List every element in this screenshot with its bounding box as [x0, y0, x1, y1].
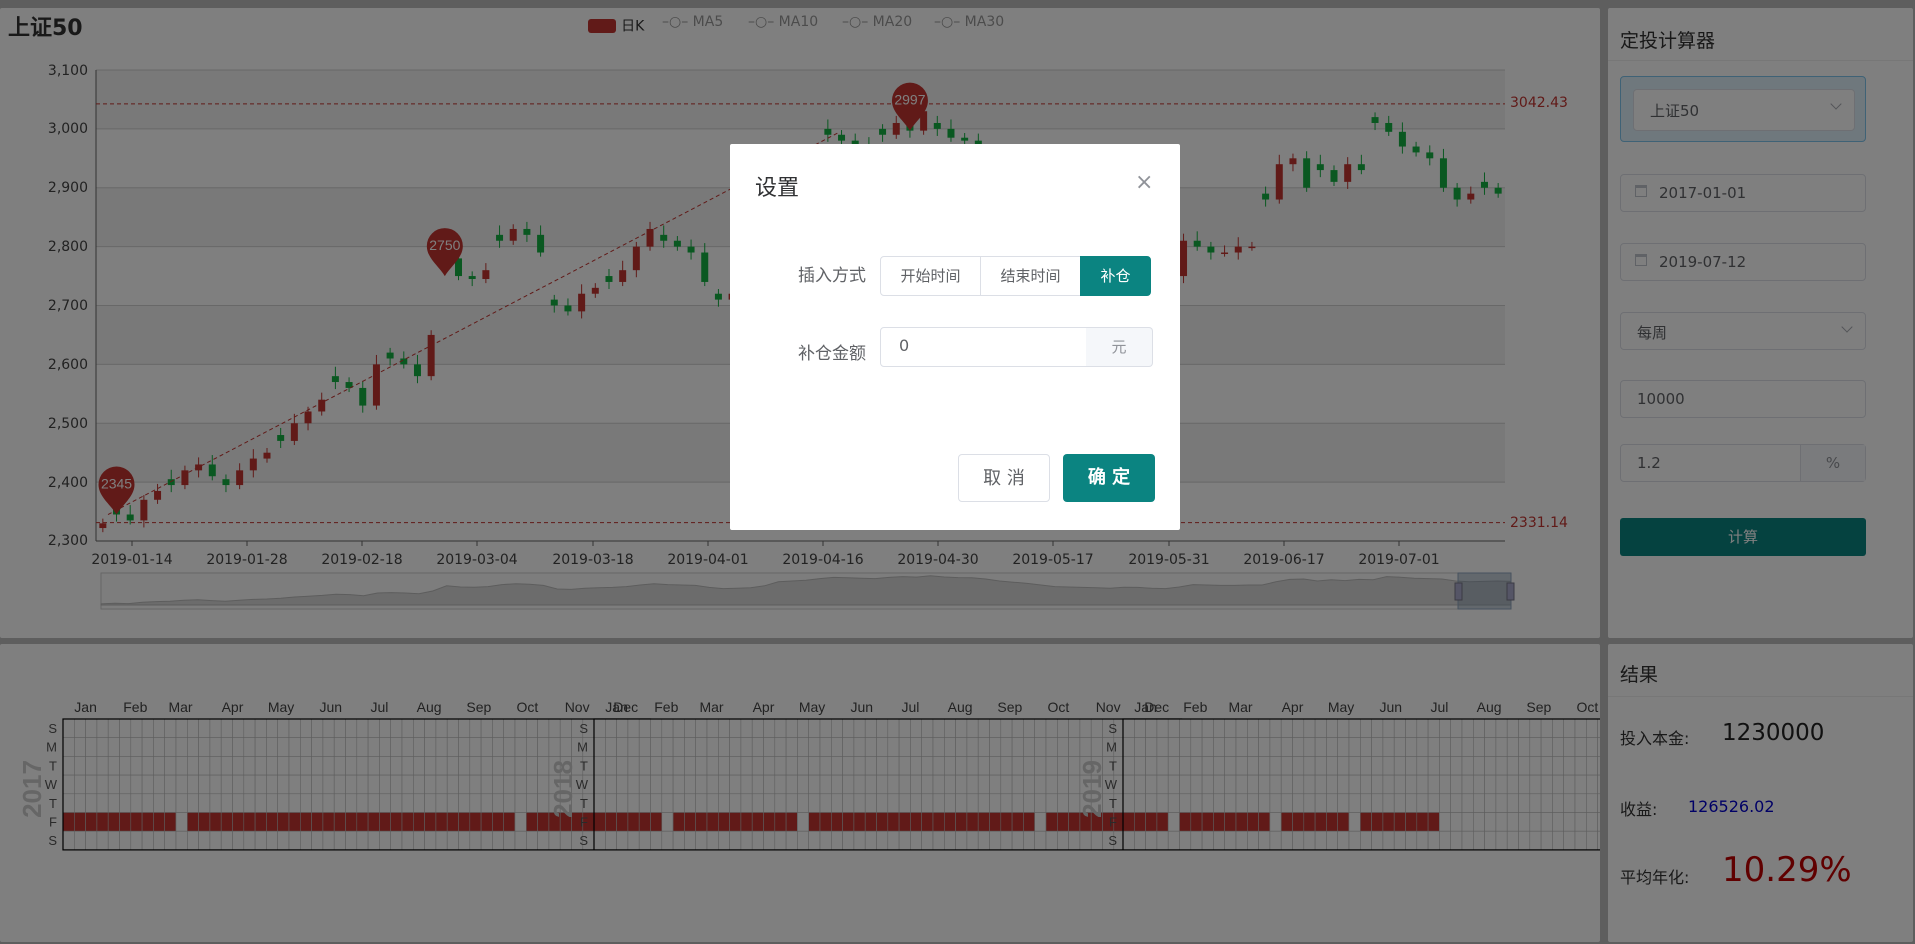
radio-start-time[interactable]: 开始时间 [880, 256, 981, 296]
add-amount-input[interactable]: 0 [880, 327, 1088, 367]
settings-dialog: 设置 × 插入方式 开始时间 结束时间 补仓 补仓金额 0 元 取 消 确 定 [730, 144, 1180, 530]
amount-unit: 元 [1086, 327, 1153, 367]
cancel-button[interactable]: 取 消 [958, 454, 1050, 502]
radio-add-position[interactable]: 补仓 [1080, 256, 1151, 296]
amount-label: 补仓金额 [798, 344, 866, 364]
dialog-title: 设置 [755, 176, 800, 201]
close-icon[interactable]: × [1135, 170, 1153, 195]
radio-end-time[interactable]: 结束时间 [980, 256, 1081, 296]
insert-mode-label: 插入方式 [798, 266, 866, 286]
confirm-button[interactable]: 确 定 [1063, 454, 1155, 502]
insert-mode-radio-group: 开始时间 结束时间 补仓 [880, 256, 1151, 296]
